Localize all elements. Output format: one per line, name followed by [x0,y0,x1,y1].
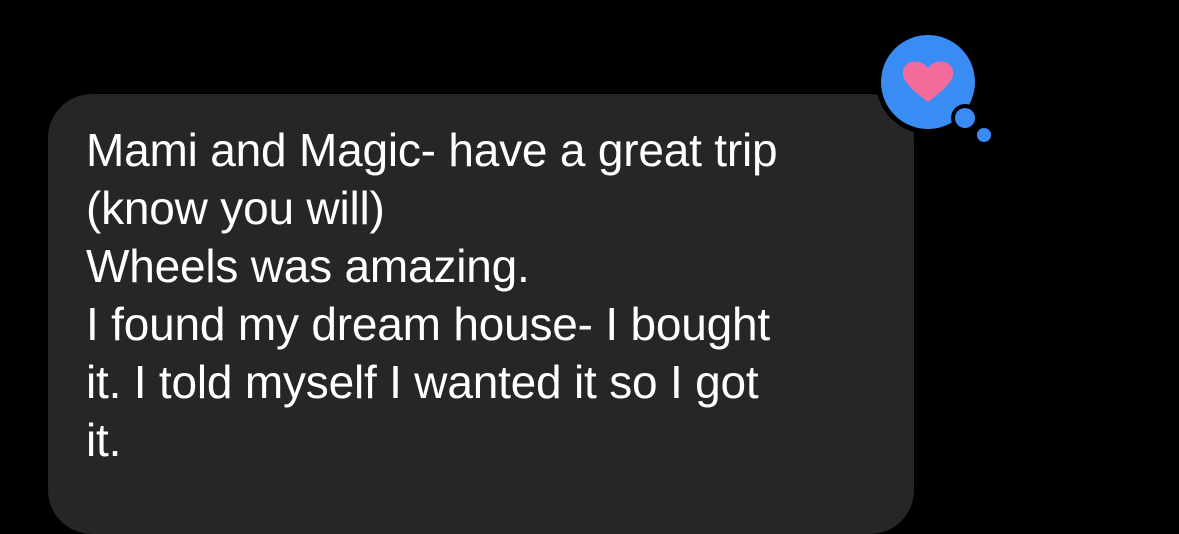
message-line: (know you will) [86,182,385,234]
message-line: it. [86,414,122,466]
message-line: I found my dream house- I bought [86,298,771,350]
message-line: it. I told myself I wanted it so I got [86,356,759,408]
message-line: Wheels was amazing. [86,240,530,292]
message-line: Mami and Magic- have a great trip [86,124,778,176]
message-text: Mami and Magic- have a great trip (know … [86,121,886,469]
tapback-button[interactable] [876,32,996,144]
